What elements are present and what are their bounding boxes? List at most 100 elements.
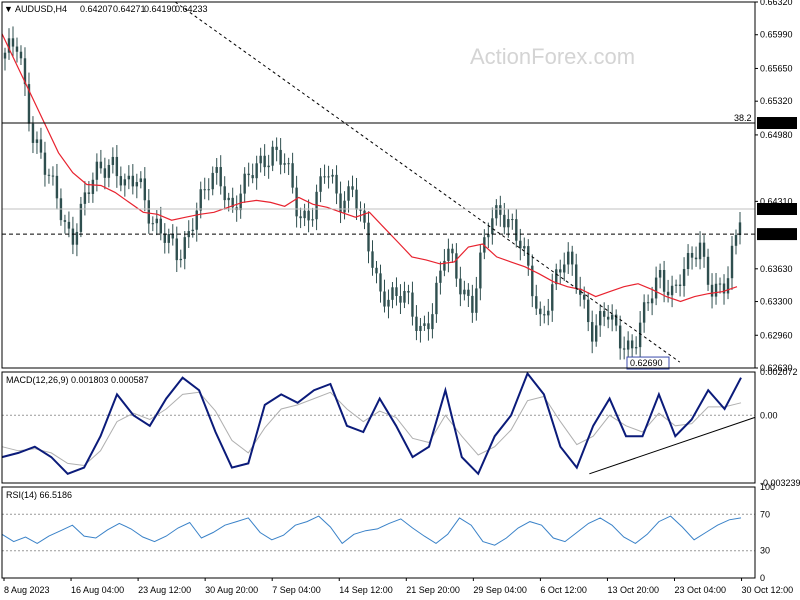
candle-body xyxy=(571,251,574,265)
candle-body xyxy=(427,323,430,330)
chart: ActionForex.com 38.2 0.62690 ▼ AUDUSD,H4… xyxy=(1,0,800,595)
candle-body xyxy=(678,284,682,286)
candle-body xyxy=(123,179,127,186)
y-tick-label-rsi: 100 xyxy=(760,482,775,492)
candle-body xyxy=(127,175,131,180)
candle-body xyxy=(363,210,366,223)
candle-body xyxy=(674,284,678,286)
candle-body xyxy=(487,234,490,238)
candle-body xyxy=(662,269,666,292)
x-tick-label: 14 Sep 12:00 xyxy=(339,585,393,595)
y-tick-label-main: 0.65990 xyxy=(760,30,793,40)
candle-body xyxy=(319,176,322,192)
candle-body xyxy=(43,152,47,175)
candle-body xyxy=(103,168,107,178)
candle-body xyxy=(87,192,91,194)
candle-body xyxy=(351,186,354,190)
candle-body xyxy=(495,205,498,219)
close-value: 0.64233 xyxy=(175,4,208,14)
y-axis: 0.651000.642330.639800.663200.659900.656… xyxy=(755,0,800,583)
candle-body xyxy=(658,269,662,278)
candle-body xyxy=(11,38,15,47)
candle-body xyxy=(686,252,690,270)
header: ▼ AUDUSD,H4 0.64207 0.64271 0.64190 0.64… xyxy=(4,4,208,14)
candle-body xyxy=(726,278,730,294)
candle-body xyxy=(543,314,546,316)
candle-body xyxy=(567,251,570,265)
candle-body xyxy=(718,283,722,285)
candle-body xyxy=(622,348,626,350)
candle-body xyxy=(646,302,650,304)
candle-body xyxy=(423,323,426,326)
candle-body xyxy=(515,219,518,241)
candle-body xyxy=(610,314,614,320)
candle-body xyxy=(131,175,135,187)
candle-body xyxy=(279,149,282,165)
candle-body xyxy=(115,156,119,177)
candles xyxy=(3,26,742,361)
candle-body xyxy=(211,172,214,190)
candle-body xyxy=(243,173,246,194)
candle-body xyxy=(71,228,75,245)
macd-line xyxy=(1,371,742,476)
candle-body xyxy=(690,252,694,258)
candle-body xyxy=(710,284,714,297)
candle-body xyxy=(259,155,262,164)
candle-body xyxy=(227,197,230,201)
candle-body xyxy=(247,173,250,176)
candle-body xyxy=(139,178,143,183)
candle-body xyxy=(47,174,51,176)
y-tick-label-main: 0.64980 xyxy=(760,130,793,140)
candle-body xyxy=(439,270,442,283)
candle-body xyxy=(15,46,19,52)
candle-body xyxy=(563,264,566,273)
candle-body xyxy=(311,219,314,221)
candle-body xyxy=(151,223,154,225)
rsi-line xyxy=(1,515,742,546)
candle-body xyxy=(591,322,594,342)
y-tick-label-main: 0.66320 xyxy=(760,0,793,7)
candle-body xyxy=(323,176,326,178)
candle-body xyxy=(99,161,103,169)
x-tick-label: 13 Oct 20:00 xyxy=(607,585,659,595)
candle-body xyxy=(155,218,158,224)
candle-body xyxy=(327,176,330,178)
candle-body xyxy=(35,139,39,143)
candle-body xyxy=(598,311,602,326)
collapse-icon[interactable]: ▼ xyxy=(4,4,13,14)
y-tick-label-main: 0.63300 xyxy=(760,297,793,307)
y-tick-label-main: 0.62960 xyxy=(760,330,793,340)
candle-body xyxy=(587,299,590,323)
candle-body xyxy=(299,216,302,219)
candle-body xyxy=(475,288,478,313)
candle-body xyxy=(287,163,290,165)
candle-body xyxy=(654,277,658,299)
candle-body xyxy=(399,296,402,303)
x-axis: 8 Aug 2023 16 Aug 04:00 23 Aug 12:00 30 Aug… xyxy=(3,578,793,595)
candle-body xyxy=(694,257,698,260)
y-tick-label-rsi: 30 xyxy=(760,546,770,556)
candle-body xyxy=(95,161,99,180)
candle-body xyxy=(359,209,362,211)
high-value: 0.64271 xyxy=(113,4,146,14)
candle-body xyxy=(179,258,182,261)
candle-body xyxy=(379,273,382,292)
x-tick-label: 29 Sep 04:00 xyxy=(473,585,527,595)
candle-body xyxy=(491,218,494,235)
candle-body xyxy=(343,200,346,213)
candle-body xyxy=(594,325,598,342)
candle-body xyxy=(135,182,139,187)
candle-body xyxy=(275,146,278,150)
candle-body xyxy=(459,278,462,295)
candle-body xyxy=(714,283,718,297)
candle-body xyxy=(175,238,178,261)
candle-body xyxy=(618,325,622,349)
candle-body xyxy=(415,316,418,331)
candle-body xyxy=(575,264,578,289)
y-tick-label-main: 0.65650 xyxy=(760,63,793,73)
candle-body xyxy=(195,210,198,230)
candle-body xyxy=(467,289,470,296)
candle-body xyxy=(3,52,7,59)
candle-body xyxy=(670,285,674,296)
x-tick-label: 23 Oct 04:00 xyxy=(675,585,727,595)
